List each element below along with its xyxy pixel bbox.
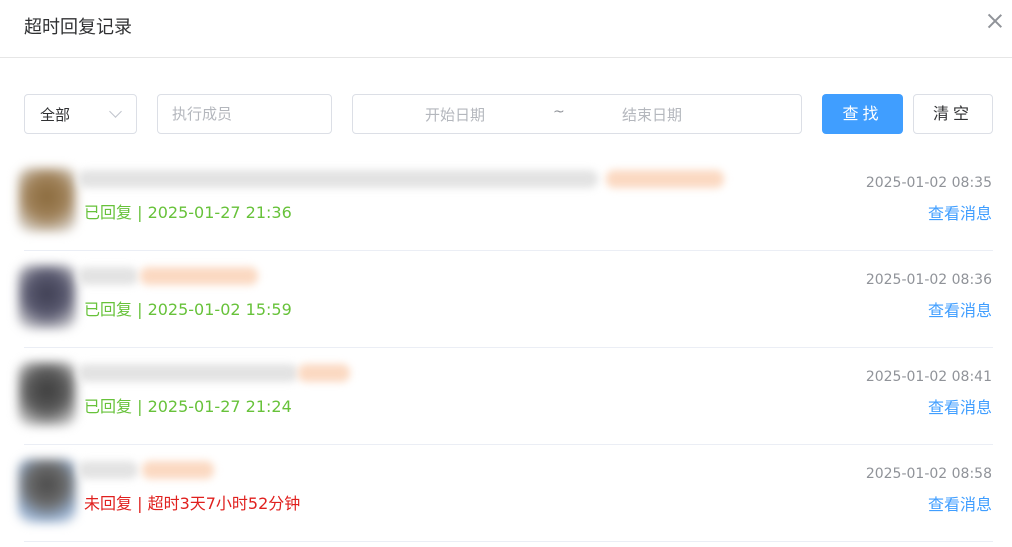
redacted-message: [78, 267, 138, 285]
list-item: 已回复 | 2025-01-27 21:24 2025-01-02 08:41 …: [0, 348, 1012, 445]
avatar: [18, 265, 76, 329]
start-date-input[interactable]: 开始日期: [425, 104, 485, 125]
view-message-link[interactable]: 查看消息: [928, 491, 992, 515]
clear-button[interactable]: 清空: [913, 94, 993, 134]
status-select-value: 全部: [40, 106, 71, 124]
avatar: [18, 362, 76, 426]
member-input[interactable]: [157, 94, 332, 134]
view-message-link[interactable]: 查看消息: [928, 394, 992, 418]
record-time: 2025-01-02 08:36: [865, 272, 992, 288]
dialog-header: 超时回复记录: [0, 0, 1012, 58]
record-time: 2025-01-02 08:35: [865, 175, 992, 191]
reply-status: 已回复 | 2025-01-02 15:59: [84, 300, 292, 319]
row-divider: [24, 541, 993, 542]
record-time: 2025-01-02 08:41: [865, 369, 992, 385]
date-range-picker[interactable]: 开始日期 ~ 结束日期: [352, 94, 802, 134]
reply-status: 已回复 | 2025-01-27 21:24: [84, 397, 292, 416]
view-message-link[interactable]: 查看消息: [928, 200, 992, 224]
list-item: 已回复 | 2025-01-02 15:59 2025-01-02 08:36 …: [0, 251, 1012, 348]
redacted-tag: [140, 267, 258, 285]
record-list: 已回复 | 2025-01-27 21:36 2025-01-02 08:35 …: [0, 154, 1012, 542]
chevron-down-icon: [109, 105, 122, 118]
reply-status: 未回复 | 超时3天7小时52分钟: [84, 494, 301, 513]
status-select[interactable]: 全部: [24, 94, 137, 134]
end-date-input[interactable]: 结束日期: [622, 104, 682, 125]
redacted-tag: [606, 170, 724, 188]
reply-status: 已回复 | 2025-01-27 21:36: [84, 203, 292, 222]
avatar: [18, 459, 76, 523]
list-item: 未回复 | 超时3天7小时52分钟 2025-01-02 08:58 查看消息: [0, 445, 1012, 542]
close-icon[interactable]: [984, 10, 1006, 32]
dialog-title: 超时回复记录: [24, 17, 132, 38]
redacted-tag: [298, 364, 350, 382]
view-message-link[interactable]: 查看消息: [928, 297, 992, 321]
redacted-tag: [142, 461, 214, 479]
record-time: 2025-01-02 08:58: [865, 466, 992, 482]
avatar: [18, 168, 76, 232]
redacted-message: [78, 170, 598, 188]
redacted-message: [78, 364, 298, 382]
filter-bar: 全部 开始日期 ~ 结束日期 查找 清空: [0, 94, 1012, 134]
range-separator: ~: [553, 104, 565, 120]
redacted-message: [78, 461, 138, 479]
list-item: 已回复 | 2025-01-27 21:36 2025-01-02 08:35 …: [0, 154, 1012, 251]
search-button[interactable]: 查找: [822, 94, 903, 134]
